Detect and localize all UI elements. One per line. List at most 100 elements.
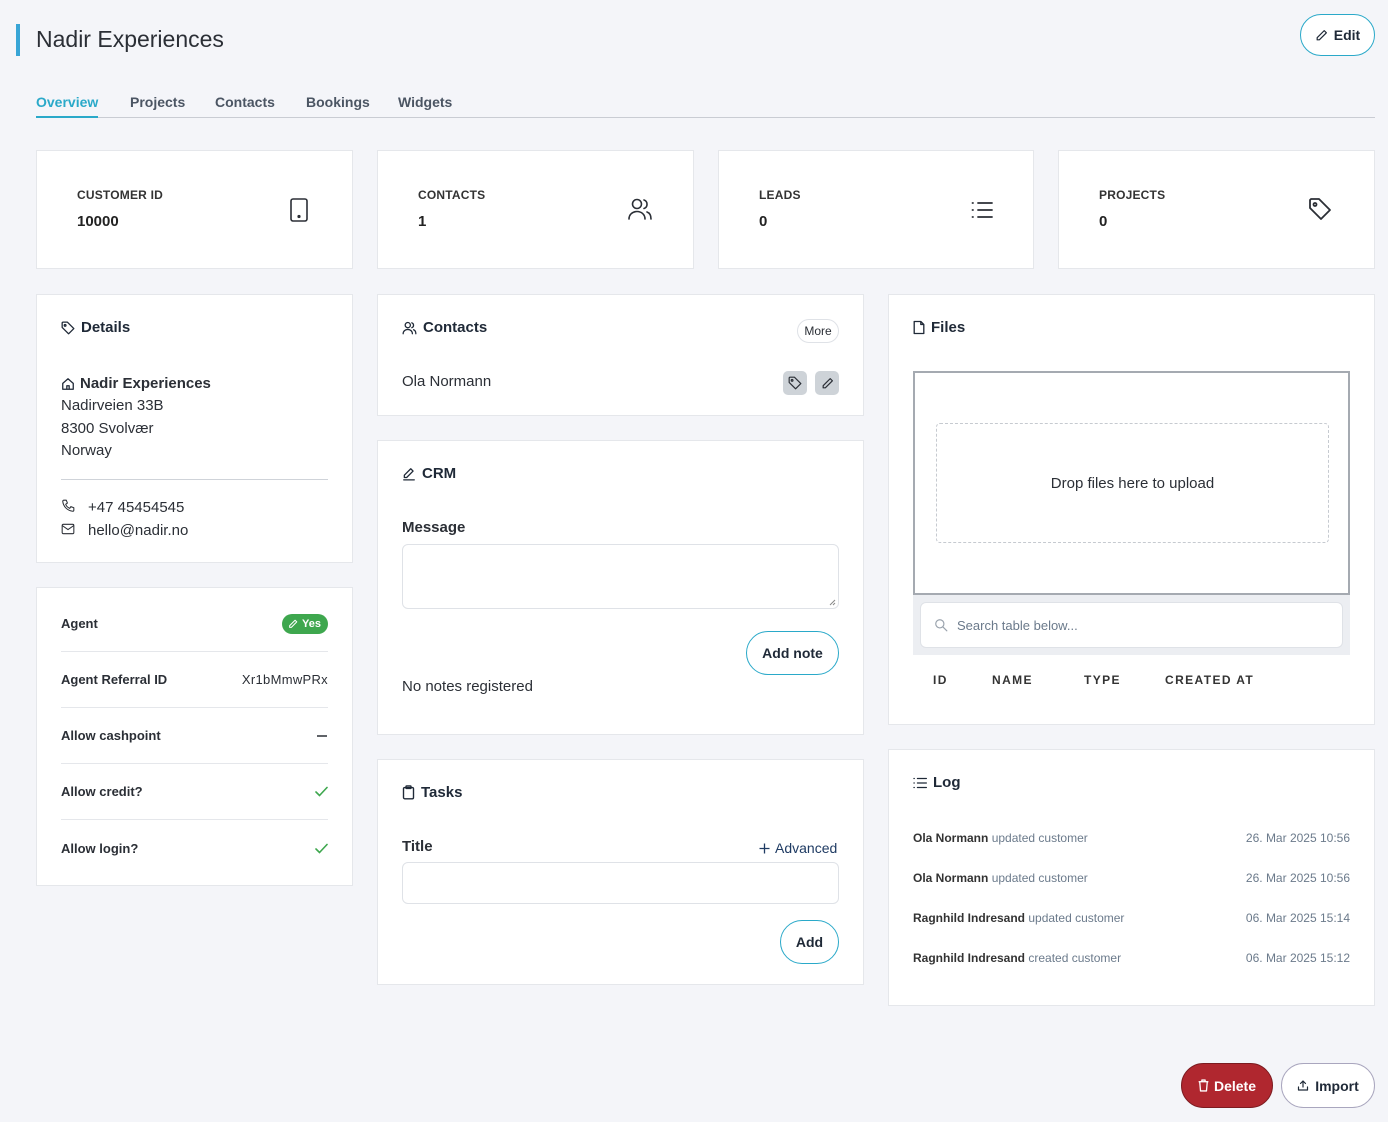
list-icon [913, 777, 927, 789]
tasks-card: Tasks Title Advanced Add [377, 759, 864, 985]
search-input[interactable]: Search table below... [920, 602, 1343, 648]
import-button-label: Import [1315, 1077, 1359, 1094]
email-address[interactable]: hello@nadir.no [88, 522, 188, 539]
tasks-title: Tasks [402, 784, 462, 801]
column-header-id[interactable]: ID [933, 673, 948, 687]
stat-card-customer-id: CUSTOMER ID 10000 [36, 150, 353, 269]
resize-handle-icon[interactable] [829, 599, 836, 606]
log-entry: Ola Normann updated customer 26. Mar 202… [913, 871, 1350, 885]
column-header-name[interactable]: NAME [992, 673, 1033, 687]
agent-row: Agent Yes [61, 596, 328, 652]
log-title-label: Log [933, 774, 961, 791]
pencil-icon [821, 377, 834, 390]
more-button[interactable]: More [797, 319, 839, 343]
tab-projects[interactable]: Projects [130, 94, 185, 110]
search-icon [934, 618, 948, 632]
task-title-input[interactable] [402, 862, 839, 904]
address-line: 8300 Svolvær [61, 420, 154, 437]
add-task-button[interactable]: Add [780, 920, 839, 964]
message-label: Message [402, 519, 466, 536]
message-textarea[interactable] [402, 544, 839, 609]
search-bar-wrapper: Search table below... [913, 595, 1350, 655]
referral-label: Agent Referral ID [61, 672, 168, 687]
home-icon [61, 377, 75, 391]
pencil-icon [288, 619, 298, 629]
credit-label: Allow credit? [61, 784, 143, 799]
log-date: 26. Mar 2025 10:56 [1245, 871, 1350, 885]
users-icon [627, 197, 653, 221]
stat-value: 0 [759, 213, 768, 230]
drop-text: Drop files here to upload [936, 423, 1329, 543]
import-button[interactable]: Import [1281, 1063, 1375, 1108]
delete-button[interactable]: Delete [1181, 1063, 1273, 1108]
column-header-type[interactable]: TYPE [1084, 673, 1121, 687]
settings-card: Agent Yes Agent Referral ID Xr1bMmwPRx A… [36, 587, 353, 886]
details-card: Details Nadir Experiences Nadirveien 33B… [36, 294, 353, 563]
edit-note-icon [402, 467, 416, 481]
file-dropzone[interactable]: Drop files here to upload [913, 371, 1350, 595]
check-icon [315, 843, 328, 854]
log-user: Ragnhild Indresand [913, 951, 1026, 965]
log-action: updated customer [991, 871, 1088, 885]
contact-tag-button[interactable] [783, 371, 807, 395]
stat-value: 1 [418, 213, 427, 230]
log-action: created customer [1028, 951, 1122, 965]
log-action: updated customer [991, 831, 1088, 845]
cashpoint-row: Allow cashpoint [61, 708, 328, 764]
contacts-card: Contacts More Ola Normann [377, 294, 864, 416]
address-line: Nadirveien 33B [61, 397, 164, 414]
tasks-title-label: Tasks [421, 784, 463, 801]
add-note-button[interactable]: Add note [746, 631, 839, 675]
login-row: Allow login? [61, 820, 328, 876]
contacts-title-label: Contacts [423, 319, 488, 336]
edit-button[interactable]: Edit [1300, 14, 1375, 56]
log-card: Log Ola Normann updated customer 26. Mar… [888, 749, 1375, 1006]
agent-status-badge[interactable]: Yes [282, 613, 328, 634]
log-user: Ola Normann [913, 871, 989, 885]
agent-badge-label: Yes [302, 617, 321, 630]
delete-button-label: Delete [1213, 1077, 1257, 1094]
stat-card-contacts: CONTACTS 1 [377, 150, 694, 269]
tag-icon [1308, 197, 1332, 221]
log-entry: Ragnhild Indresand updated customer 06. … [913, 911, 1350, 925]
tab-widgets[interactable]: Widgets [398, 94, 452, 110]
stat-label: LEADS [759, 188, 801, 202]
crm-card: CRM Message Add note No notes registered [377, 440, 864, 735]
column-header-created-at[interactable]: CREATED AT [1165, 673, 1254, 687]
stat-card-projects: PROJECTS 0 [1058, 150, 1375, 269]
contact-name[interactable]: Ola Normann [402, 373, 491, 390]
file-icon [913, 320, 925, 335]
users-icon [402, 321, 417, 335]
check-icon [315, 786, 328, 797]
cashpoint-label: Allow cashpoint [61, 728, 161, 743]
crm-title-label: CRM [422, 465, 457, 482]
advanced-link[interactable]: Advanced [759, 840, 837, 856]
log-date: 06. Mar 2025 15:14 [1245, 911, 1350, 925]
stat-label: CONTACTS [418, 188, 486, 202]
log-title: Log [913, 774, 961, 791]
upload-icon [1297, 1079, 1309, 1092]
agent-label: Agent [61, 616, 98, 631]
page-title: Nadir Experiences [36, 26, 224, 52]
log-action: updated customer [1028, 911, 1125, 925]
title-accent-bar [16, 24, 20, 56]
plus-icon [759, 843, 770, 854]
tab-contacts[interactable]: Contacts [215, 94, 275, 110]
contact-edit-button[interactable] [815, 371, 839, 395]
tab-bookings[interactable]: Bookings [306, 94, 370, 110]
stat-value: 0 [1099, 213, 1108, 230]
clipboard-icon [402, 785, 415, 800]
tab-overview[interactable]: Overview [36, 94, 99, 118]
task-title-label: Title [402, 838, 433, 855]
files-card: Files Drop files here to upload Search t… [888, 294, 1375, 725]
tab-bar: Overview Projects Contacts Bookings Widg… [36, 92, 1375, 118]
referral-value: Xr1bMmwPRx [241, 672, 328, 687]
referral-row: Agent Referral ID Xr1bMmwPRx [61, 652, 328, 708]
company-name-label: Nadir Experiences [80, 375, 211, 392]
pencil-icon [1315, 29, 1328, 42]
phone-number[interactable]: +47 45454545 [88, 499, 184, 516]
login-label: Allow login? [61, 840, 139, 856]
details-title-label: Details [81, 319, 131, 336]
stat-value: 10000 [77, 213, 119, 230]
stat-card-leads: LEADS 0 [718, 150, 1034, 269]
